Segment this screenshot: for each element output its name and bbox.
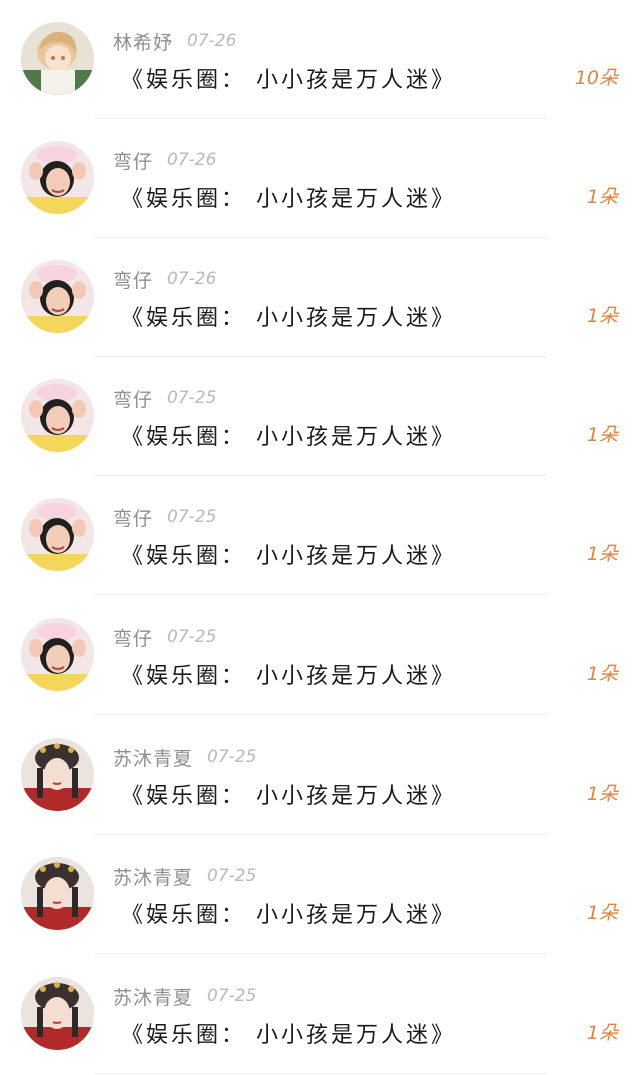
girl-photo-avatar-icon[interactable] [21, 498, 94, 571]
gift-title: 《娱乐圈： 小小孩是万人迷》 [121, 1023, 456, 1048]
divider [95, 714, 547, 715]
list-item[interactable]: 弯仔 07-26 《娱乐圈： 小小孩是万人迷》 1朵 [0, 238, 640, 357]
divider [95, 594, 547, 595]
girl-photo-avatar-icon[interactable] [21, 379, 94, 452]
divider [95, 953, 547, 954]
list-item[interactable]: 弯仔 07-25 《娱乐圈： 小小孩是万人迷》 1朵 [0, 476, 640, 595]
gift-amount: 1朵 [586, 424, 618, 446]
name-line: 弯仔 07-26 [113, 147, 216, 173]
date: 07-25 [207, 747, 257, 767]
costume-girl-avatar-icon[interactable] [21, 977, 94, 1050]
name-line: 林希妤 07-26 [113, 28, 236, 54]
gift-title: 《娱乐圈： 小小孩是万人迷》 [121, 664, 456, 689]
list-item[interactable]: 林希妤 07-26 《娱乐圈： 小小孩是万人迷》 10朵 [0, 0, 640, 119]
gift-amount: 1朵 [586, 902, 618, 924]
list-item[interactable]: 弯仔 07-25 《娱乐圈： 小小孩是万人迷》 1朵 [0, 596, 640, 715]
nickname[interactable]: 弯仔 [113, 504, 153, 531]
date: 07-25 [167, 627, 217, 647]
girl-photo-avatar-icon[interactable] [21, 618, 94, 691]
date: 07-26 [187, 31, 237, 51]
gift-record-list: 林希妤 07-26 《娱乐圈： 小小孩是万人迷》 10朵 弯仔 07-26 《娱… [0, 0, 640, 1075]
nickname[interactable]: 弯仔 [113, 624, 153, 651]
gift-amount: 1朵 [586, 1022, 618, 1044]
nickname[interactable]: 弯仔 [113, 266, 153, 293]
nickname[interactable]: 弯仔 [113, 147, 153, 174]
name-line: 弯仔 07-25 [113, 504, 216, 530]
name-line: 弯仔 07-25 [113, 385, 216, 411]
name-line: 弯仔 07-25 [113, 624, 216, 650]
gift-amount: 1朵 [586, 783, 618, 805]
gift-amount: 1朵 [586, 543, 618, 565]
list-item[interactable]: 弯仔 07-25 《娱乐圈： 小小孩是万人迷》 1朵 [0, 357, 640, 476]
list-item[interactable]: 苏沐青夏 07-25 《娱乐圈： 小小孩是万人迷》 1朵 [0, 835, 640, 954]
gift-title: 《娱乐圈： 小小孩是万人迷》 [121, 784, 456, 809]
costume-girl-avatar-icon[interactable] [21, 857, 94, 930]
list-item[interactable]: 苏沐青夏 07-25 《娱乐圈： 小小孩是万人迷》 1朵 [0, 955, 640, 1074]
name-line: 苏沐青夏 07-25 [113, 983, 256, 1009]
nickname[interactable]: 林希妤 [113, 28, 173, 55]
costume-girl-avatar-icon[interactable] [21, 738, 94, 811]
girl-photo-avatar-icon[interactable] [21, 141, 94, 214]
girl-photo-avatar-icon[interactable] [21, 260, 94, 333]
anime-boy-avatar-icon[interactable] [21, 22, 94, 95]
date: 07-25 [207, 866, 257, 886]
date: 07-25 [207, 986, 257, 1006]
name-line: 苏沐青夏 07-25 [113, 863, 256, 889]
gift-title: 《娱乐圈： 小小孩是万人迷》 [121, 68, 456, 93]
divider [95, 1073, 547, 1074]
gift-title: 《娱乐圈： 小小孩是万人迷》 [121, 187, 456, 212]
gift-amount: 1朵 [586, 305, 618, 327]
list-item[interactable]: 弯仔 07-26 《娱乐圈： 小小孩是万人迷》 1朵 [0, 119, 640, 238]
date: 07-25 [167, 388, 217, 408]
gift-title: 《娱乐圈： 小小孩是万人迷》 [121, 544, 456, 569]
date: 07-26 [167, 269, 217, 289]
date: 07-25 [167, 507, 217, 527]
nickname[interactable]: 弯仔 [113, 385, 153, 412]
gift-amount: 1朵 [586, 186, 618, 208]
date: 07-26 [167, 150, 217, 170]
nickname[interactable]: 苏沐青夏 [113, 744, 193, 771]
list-item[interactable]: 苏沐青夏 07-25 《娱乐圈： 小小孩是万人迷》 1朵 [0, 716, 640, 835]
gift-amount: 1朵 [586, 663, 618, 685]
gift-title: 《娱乐圈： 小小孩是万人迷》 [121, 903, 456, 928]
gift-title: 《娱乐圈： 小小孩是万人迷》 [121, 306, 456, 331]
gift-amount: 10朵 [574, 67, 618, 89]
nickname[interactable]: 苏沐青夏 [113, 983, 193, 1010]
name-line: 弯仔 07-26 [113, 266, 216, 292]
gift-title: 《娱乐圈： 小小孩是万人迷》 [121, 425, 456, 450]
name-line: 苏沐青夏 07-25 [113, 744, 256, 770]
nickname[interactable]: 苏沐青夏 [113, 863, 193, 890]
